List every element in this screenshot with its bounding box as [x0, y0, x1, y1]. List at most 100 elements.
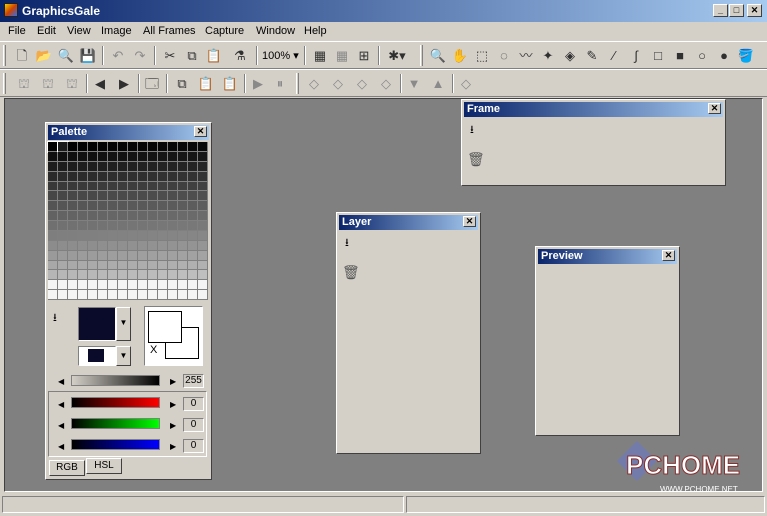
palette-swatch[interactable] — [148, 230, 158, 241]
palette-swatch[interactable] — [58, 280, 68, 291]
save-icon[interactable]: 💾 — [78, 46, 98, 65]
frame-properties-icon[interactable]: 🗔 — [142, 74, 162, 93]
hand-icon[interactable]: ✋ — [450, 46, 470, 65]
palette-swatch[interactable] — [188, 171, 198, 182]
palette-swatch[interactable] — [68, 211, 78, 221]
palette-swatch[interactable] — [158, 191, 168, 202]
download-icon[interactable]: ⭳ — [470, 121, 474, 140]
palette-swatch[interactable] — [138, 161, 148, 172]
palette-swatch[interactable] — [88, 171, 98, 182]
paste-icon[interactable]: 📋 — [204, 46, 224, 65]
color-select-icon[interactable]: ◈ — [560, 46, 580, 65]
palette-swatch[interactable] — [138, 280, 148, 291]
palette-swatch[interactable] — [58, 201, 68, 212]
layer-properties-icon[interactable]: ◇ — [376, 74, 396, 93]
zoom-select[interactable]: 100% ▾ — [262, 49, 299, 62]
palette-swatch[interactable] — [198, 230, 208, 241]
palette-swatch[interactable] — [148, 151, 158, 162]
download-icon[interactable]: ⭳ — [345, 234, 349, 253]
palette-swatch[interactable] — [168, 171, 178, 182]
palette-swatch[interactable] — [58, 270, 68, 281]
palette-swatch[interactable] — [128, 142, 138, 152]
palette-grid[interactable] — [47, 141, 208, 300]
palette-swatch[interactable] — [78, 151, 88, 162]
gray-slider[interactable] — [71, 375, 160, 386]
palette-swatch[interactable] — [108, 171, 118, 182]
palette-swatch[interactable] — [168, 181, 178, 192]
palette-swatch[interactable] — [198, 240, 208, 251]
palette-swatch[interactable] — [188, 221, 198, 231]
grid-icon[interactable]: ▦ — [310, 46, 330, 65]
palette-swatch[interactable] — [128, 250, 138, 261]
palette-swatch[interactable] — [138, 240, 148, 251]
palette-swatch[interactable] — [158, 211, 168, 221]
palette-swatch[interactable] — [188, 181, 198, 192]
palette-swatch[interactable] — [78, 142, 88, 152]
palette-swatch[interactable] — [198, 270, 208, 281]
palette-swatch[interactable] — [47, 141, 59, 153]
palette-swatch[interactable] — [88, 221, 98, 231]
menu-all-frames[interactable]: All Frames — [143, 25, 196, 37]
palette-swatch[interactable] — [68, 240, 78, 251]
background-color-field[interactable] — [78, 346, 116, 366]
open-folder-icon[interactable]: 📂 — [34, 46, 54, 65]
trash-icon[interactable]: 🗑 — [467, 151, 485, 168]
blue-right-arrow[interactable]: ▶ — [170, 442, 176, 451]
palette-swatch[interactable] — [98, 221, 108, 231]
palette-swatch[interactable] — [68, 161, 78, 172]
gray-value[interactable]: 255 — [183, 374, 204, 388]
palette-swatch[interactable] — [198, 290, 208, 300]
green-slider[interactable] — [71, 418, 160, 429]
palette-swatch[interactable] — [148, 191, 158, 202]
palette-swatch[interactable] — [98, 181, 108, 192]
palette-swatch[interactable] — [118, 161, 128, 172]
palette-swatch[interactable] — [88, 250, 98, 261]
palette-swatch[interactable] — [158, 171, 168, 182]
palette-swatch[interactable] — [138, 171, 148, 182]
palette-swatch[interactable] — [178, 260, 188, 271]
palette-swatch[interactable] — [58, 161, 68, 172]
palette-swatch[interactable] — [68, 201, 78, 212]
palette-swatch[interactable] — [198, 250, 208, 261]
layer-up-icon[interactable]: ▲ — [428, 74, 448, 93]
palette-swatch[interactable] — [68, 151, 78, 162]
palette-swatch[interactable] — [178, 191, 188, 202]
copy-frame-icon[interactable]: ⧉ — [172, 74, 192, 93]
palette-swatch[interactable] — [58, 221, 68, 231]
palette-swatch[interactable] — [48, 280, 58, 291]
palette-swatch[interactable] — [78, 171, 88, 182]
palette-swatch[interactable] — [108, 280, 118, 291]
palette-swatch[interactable] — [128, 270, 138, 281]
palette-swatch[interactable] — [188, 142, 198, 152]
palette-swatch[interactable] — [188, 161, 198, 172]
menu-help[interactable]: Help — [304, 25, 327, 37]
menu-image[interactable]: Image — [101, 25, 132, 37]
palette-swatch[interactable] — [128, 171, 138, 182]
palette-swatch[interactable] — [138, 270, 148, 281]
palette-swatch[interactable] — [168, 260, 178, 271]
palette-swatch[interactable] — [118, 151, 128, 162]
paste-frame-icon[interactable]: 📋 — [196, 74, 216, 93]
palette-swatch[interactable] — [148, 260, 158, 271]
palette-swatch[interactable] — [88, 260, 98, 271]
background-dropdown-button[interactable]: ▼ — [116, 346, 131, 366]
palette-swatch[interactable] — [168, 221, 178, 231]
menu-file[interactable]: File — [8, 25, 26, 37]
palette-swatch[interactable] — [78, 240, 88, 251]
fill-bucket-icon[interactable]: 🪣 — [736, 46, 756, 65]
green-right-arrow[interactable]: ▶ — [170, 421, 176, 430]
menu-window[interactable]: Window — [256, 25, 295, 37]
palette-swatch[interactable] — [198, 142, 208, 152]
palette-swatch[interactable] — [148, 211, 158, 221]
zoom-icon[interactable]: 🔍 — [56, 46, 76, 65]
palette-swatch[interactable] — [188, 270, 198, 281]
palette-swatch[interactable] — [148, 290, 158, 300]
palette-swatch[interactable] — [148, 270, 158, 281]
palette-swatch[interactable] — [108, 142, 118, 152]
palette-swatch[interactable] — [108, 221, 118, 231]
lasso-icon[interactable]: ◌ — [494, 46, 514, 65]
palette-swatch[interactable] — [98, 142, 108, 152]
palette-swatch[interactable] — [128, 191, 138, 202]
frame-panel-titlebar[interactable]: Frame ✕ — [464, 102, 723, 117]
next-frame-icon[interactable]: ▶ — [114, 74, 134, 93]
